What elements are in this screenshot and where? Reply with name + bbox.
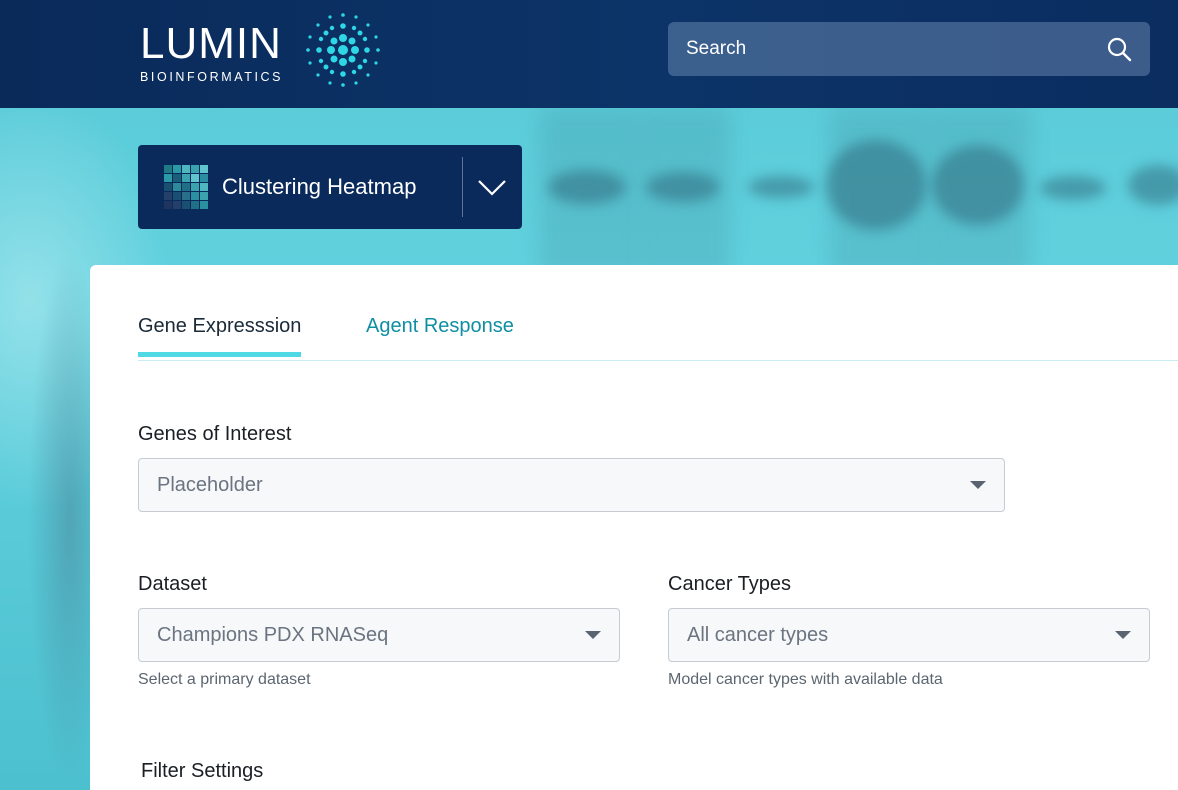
cancer-types-select[interactable]: All cancer types: [668, 608, 1150, 662]
tool-selector-divider: [462, 157, 463, 217]
genes-of-interest-value: Placeholder: [157, 473, 263, 496]
search-icon[interactable]: [1106, 36, 1132, 62]
genes-of-interest-select[interactable]: Placeholder: [138, 458, 1005, 512]
chevron-down-icon[interactable]: [476, 173, 508, 201]
main-card: Gene Expresssion Agent Response Genes of…: [90, 265, 1178, 790]
dataset-helper-text: Select a primary dataset: [138, 671, 311, 688]
dataset-select[interactable]: Champions PDX RNASeq: [138, 608, 620, 662]
caret-down-icon: [1115, 631, 1131, 639]
tab-gene-expression[interactable]: Gene Expresssion: [138, 315, 302, 357]
dataset-label: Dataset: [138, 573, 207, 595]
brand-dots-icon: [306, 13, 380, 87]
caret-down-icon: [970, 481, 986, 489]
tool-selector-dropdown[interactable]: Clustering Heatmap: [138, 145, 522, 229]
dataset-value: Champions PDX RNASeq: [157, 623, 389, 646]
brand-tagline: BIOINFORMATICS: [140, 70, 284, 84]
brand-logo[interactable]: LUMIN BIOINFORMATICS: [140, 19, 284, 85]
filter-settings-title: Filter Settings: [141, 760, 264, 782]
tab-agent-response[interactable]: Agent Response: [366, 315, 514, 338]
search-bar[interactable]: [668, 22, 1150, 76]
tool-selector-label: Clustering Heatmap: [222, 174, 417, 199]
caret-down-icon: [585, 631, 601, 639]
top-header: LUMIN BIOINFORMATICS: [0, 0, 1178, 108]
cancer-types-helper-text: Model cancer types with available data: [668, 671, 943, 688]
genes-of-interest-label: Genes of Interest: [138, 423, 292, 445]
heatmap-icon: [164, 165, 208, 209]
cancer-types-label: Cancer Types: [668, 573, 792, 595]
search-input[interactable]: [686, 38, 1106, 60]
brand-name: LUMIN: [140, 19, 282, 68]
tab-bar: Gene Expresssion Agent Response: [138, 265, 1178, 361]
cancer-types-value: All cancer types: [687, 623, 829, 646]
